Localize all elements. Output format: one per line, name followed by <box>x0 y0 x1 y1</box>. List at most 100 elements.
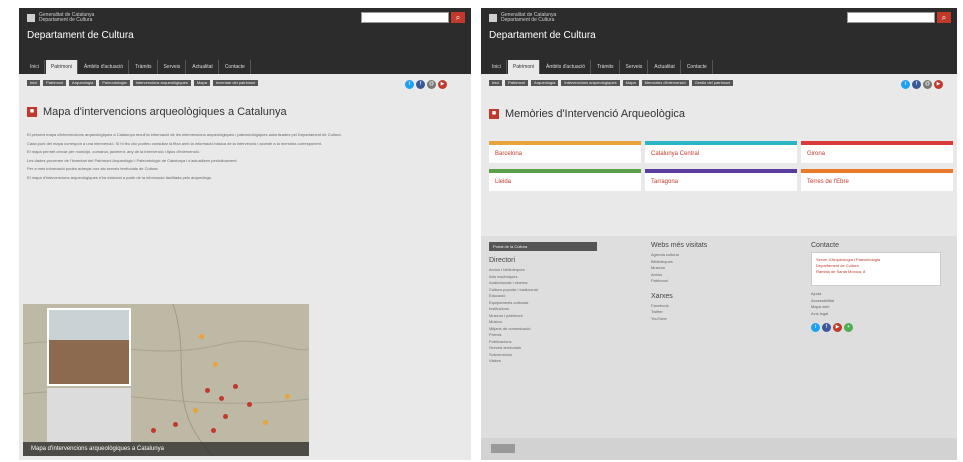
youtube-icon[interactable]: ▶ <box>833 323 842 332</box>
nav-serveis[interactable]: Serveis <box>621 60 649 74</box>
youtube-icon[interactable]: ▶ <box>934 80 943 89</box>
department-title: Departament de Cultura <box>27 30 134 41</box>
region-barcelona[interactable]: Barcelona <box>489 141 641 163</box>
email-icon[interactable]: @ <box>923 80 932 89</box>
title-bullet-icon: ■ <box>489 109 499 119</box>
map-marker[interactable] <box>285 394 290 399</box>
paragraph: Per a més informació podeu adreçar-vos a… <box>27 166 159 171</box>
breadcrumb-item[interactable]: Mapa <box>193 80 210 86</box>
portal-button[interactable]: Portal de la Cultura <box>489 242 597 251</box>
breadcrumb-item[interactable]: Arqueologia <box>69 80 97 86</box>
title-bullet-icon: ■ <box>27 107 37 117</box>
twitter-icon[interactable]: t <box>811 323 820 332</box>
nav-actualitat[interactable]: Actualitat <box>187 60 219 74</box>
map-marker[interactable] <box>151 428 156 433</box>
breadcrumb-item[interactable]: Inici <box>27 80 41 86</box>
site-photo[interactable] <box>47 308 131 386</box>
youtube-icon[interactable]: ▶ <box>438 80 447 89</box>
interventions-map[interactable]: Mapa d'intervencions arqueològiques a Ca… <box>23 304 309 456</box>
logo[interactable]: Generalitat de Catalunya Departament de … <box>27 13 99 23</box>
rss-icon[interactable]: + <box>844 323 853 332</box>
map-marker[interactable] <box>173 422 178 427</box>
breadcrumb-item[interactable]: Inventari del patrimoni <box>212 80 259 86</box>
footer-link[interactable]: Visites <box>489 358 597 365</box>
search-input[interactable] <box>361 12 449 23</box>
left-page: Generalitat de Catalunya Departament de … <box>19 8 471 460</box>
facebook-icon[interactable]: f <box>822 323 831 332</box>
map-marker[interactable] <box>219 396 224 401</box>
breadcrumb-item[interactable]: Mapa <box>622 80 639 86</box>
footer-link[interactable]: Patrimoni <box>651 278 707 285</box>
breadcrumb-item[interactable]: Memòries d'intervenció <box>641 80 689 86</box>
footer-heading: Xarxes <box>651 292 673 300</box>
map-marker[interactable] <box>205 388 210 393</box>
right-page: Generalitat de Catalunya Departament de … <box>481 8 957 460</box>
header: Generalitat de Catalunya Departament de … <box>481 8 957 74</box>
nav-inici[interactable]: Inici <box>487 60 507 74</box>
breadcrumb-item[interactable]: Patrimoni <box>43 80 67 86</box>
breadcrumb-item[interactable]: Arqueologia <box>531 80 559 86</box>
nav-tramits[interactable]: Tràmits <box>592 60 620 74</box>
search-button[interactable]: ⌕ <box>937 12 951 23</box>
nav-patrimoni[interactable]: Patrimoni <box>45 60 79 74</box>
map-marker[interactable] <box>211 428 216 433</box>
page-title-row: ■ Memòries d'Intervenció Arqueològica <box>489 108 685 120</box>
region-terres-ebre[interactable]: Terres de l'Ebre <box>801 169 953 191</box>
map-caption: Mapa d'intervencions arqueològiques a Ca… <box>23 442 309 456</box>
footer-col-directori: Portal de la Cultura Directori Arxius i … <box>489 242 597 365</box>
facebook-icon[interactable]: f <box>416 80 425 89</box>
region-catalunya-central[interactable]: Catalunya Central <box>645 141 797 163</box>
paragraph: Les dades provenen de l'Inventari del Pa… <box>27 157 238 163</box>
region-girona[interactable]: Girona <box>801 141 953 163</box>
generalitat-logo-icon <box>27 14 35 22</box>
footer-link[interactable]: Avís legal <box>811 311 941 318</box>
twitter-icon[interactable]: t <box>901 80 910 89</box>
breadcrumb: Inici Patrimoni Arqueologia Intervencion… <box>489 80 849 86</box>
search-icon: ⌕ <box>941 13 947 22</box>
nav-ambits[interactable]: Àmbits d'actuació <box>79 60 130 74</box>
map-marker[interactable] <box>247 402 252 407</box>
logo-text: Generalitat de Catalunya Departament de … <box>39 12 95 23</box>
map-marker[interactable] <box>199 334 204 339</box>
nav-patrimoni[interactable]: Patrimoni <box>507 60 541 74</box>
main-nav: Inici Patrimoni Àmbits d'actuació Tràmit… <box>481 60 713 74</box>
twitter-icon[interactable]: t <box>405 80 414 89</box>
map-marker[interactable] <box>193 408 198 413</box>
breadcrumb-item[interactable]: Intervencions arqueològiques <box>132 80 191 86</box>
email-icon[interactable]: @ <box>427 80 436 89</box>
footer-link[interactable]: YouTube <box>651 316 707 323</box>
footer-heading: Contacte <box>811 242 840 249</box>
map-marker[interactable] <box>223 414 228 419</box>
paragraph: Cada punt del mapa correspon a una inter… <box>27 140 323 146</box>
map-marker[interactable] <box>263 420 268 425</box>
search-input[interactable] <box>847 12 935 23</box>
breadcrumb-item[interactable]: Intervencions arqueològiques <box>561 80 620 86</box>
facebook-icon[interactable]: f <box>912 80 921 89</box>
logo[interactable]: Generalitat de Catalunya Departament de … <box>489 13 561 23</box>
breadcrumb-item[interactable]: Inici <box>489 80 503 86</box>
footer-bottom <box>481 438 957 460</box>
nav-contacte[interactable]: Contacte <box>682 60 713 74</box>
page-title: Memòries d'Intervenció Arqueològica <box>505 108 686 120</box>
region-lleida[interactable]: Lleida <box>489 169 641 191</box>
nav-actualitat[interactable]: Actualitat <box>649 60 681 74</box>
contact-box: Servei d'Arqueologia i Paleontologia Dep… <box>811 252 941 286</box>
map-marker[interactable] <box>233 384 238 389</box>
nav-ambits[interactable]: Àmbits d'actuació <box>541 60 592 74</box>
search-button[interactable]: ⌕ <box>451 12 465 23</box>
breadcrumb-item[interactable]: Patrimoni <box>505 80 529 86</box>
footer: Portal de la Cultura Directori Arxius i … <box>481 236 957 460</box>
nav-tramits[interactable]: Tràmits <box>130 60 158 74</box>
intro-text: El present mapa d'intervencions arqueolò… <box>27 132 459 183</box>
map-marker[interactable] <box>213 362 218 367</box>
contact-line[interactable]: Rambla de Santa Mònica, 8 <box>816 269 936 275</box>
footer-social: t f ▶ + <box>811 323 941 332</box>
nav-inici[interactable]: Inici <box>25 60 45 74</box>
breadcrumb-item[interactable]: Paleontologia <box>99 80 130 86</box>
nav-serveis[interactable]: Serveis <box>159 60 187 74</box>
map-info-panel <box>47 388 131 442</box>
footer-col-contacte: Contacte Servei d'Arqueologia i Paleonto… <box>811 242 941 332</box>
nav-contacte[interactable]: Contacte <box>220 60 251 74</box>
region-tarragona[interactable]: Tarragona <box>645 169 797 191</box>
breadcrumb-item[interactable]: Gestió del patrimoni <box>691 80 734 86</box>
